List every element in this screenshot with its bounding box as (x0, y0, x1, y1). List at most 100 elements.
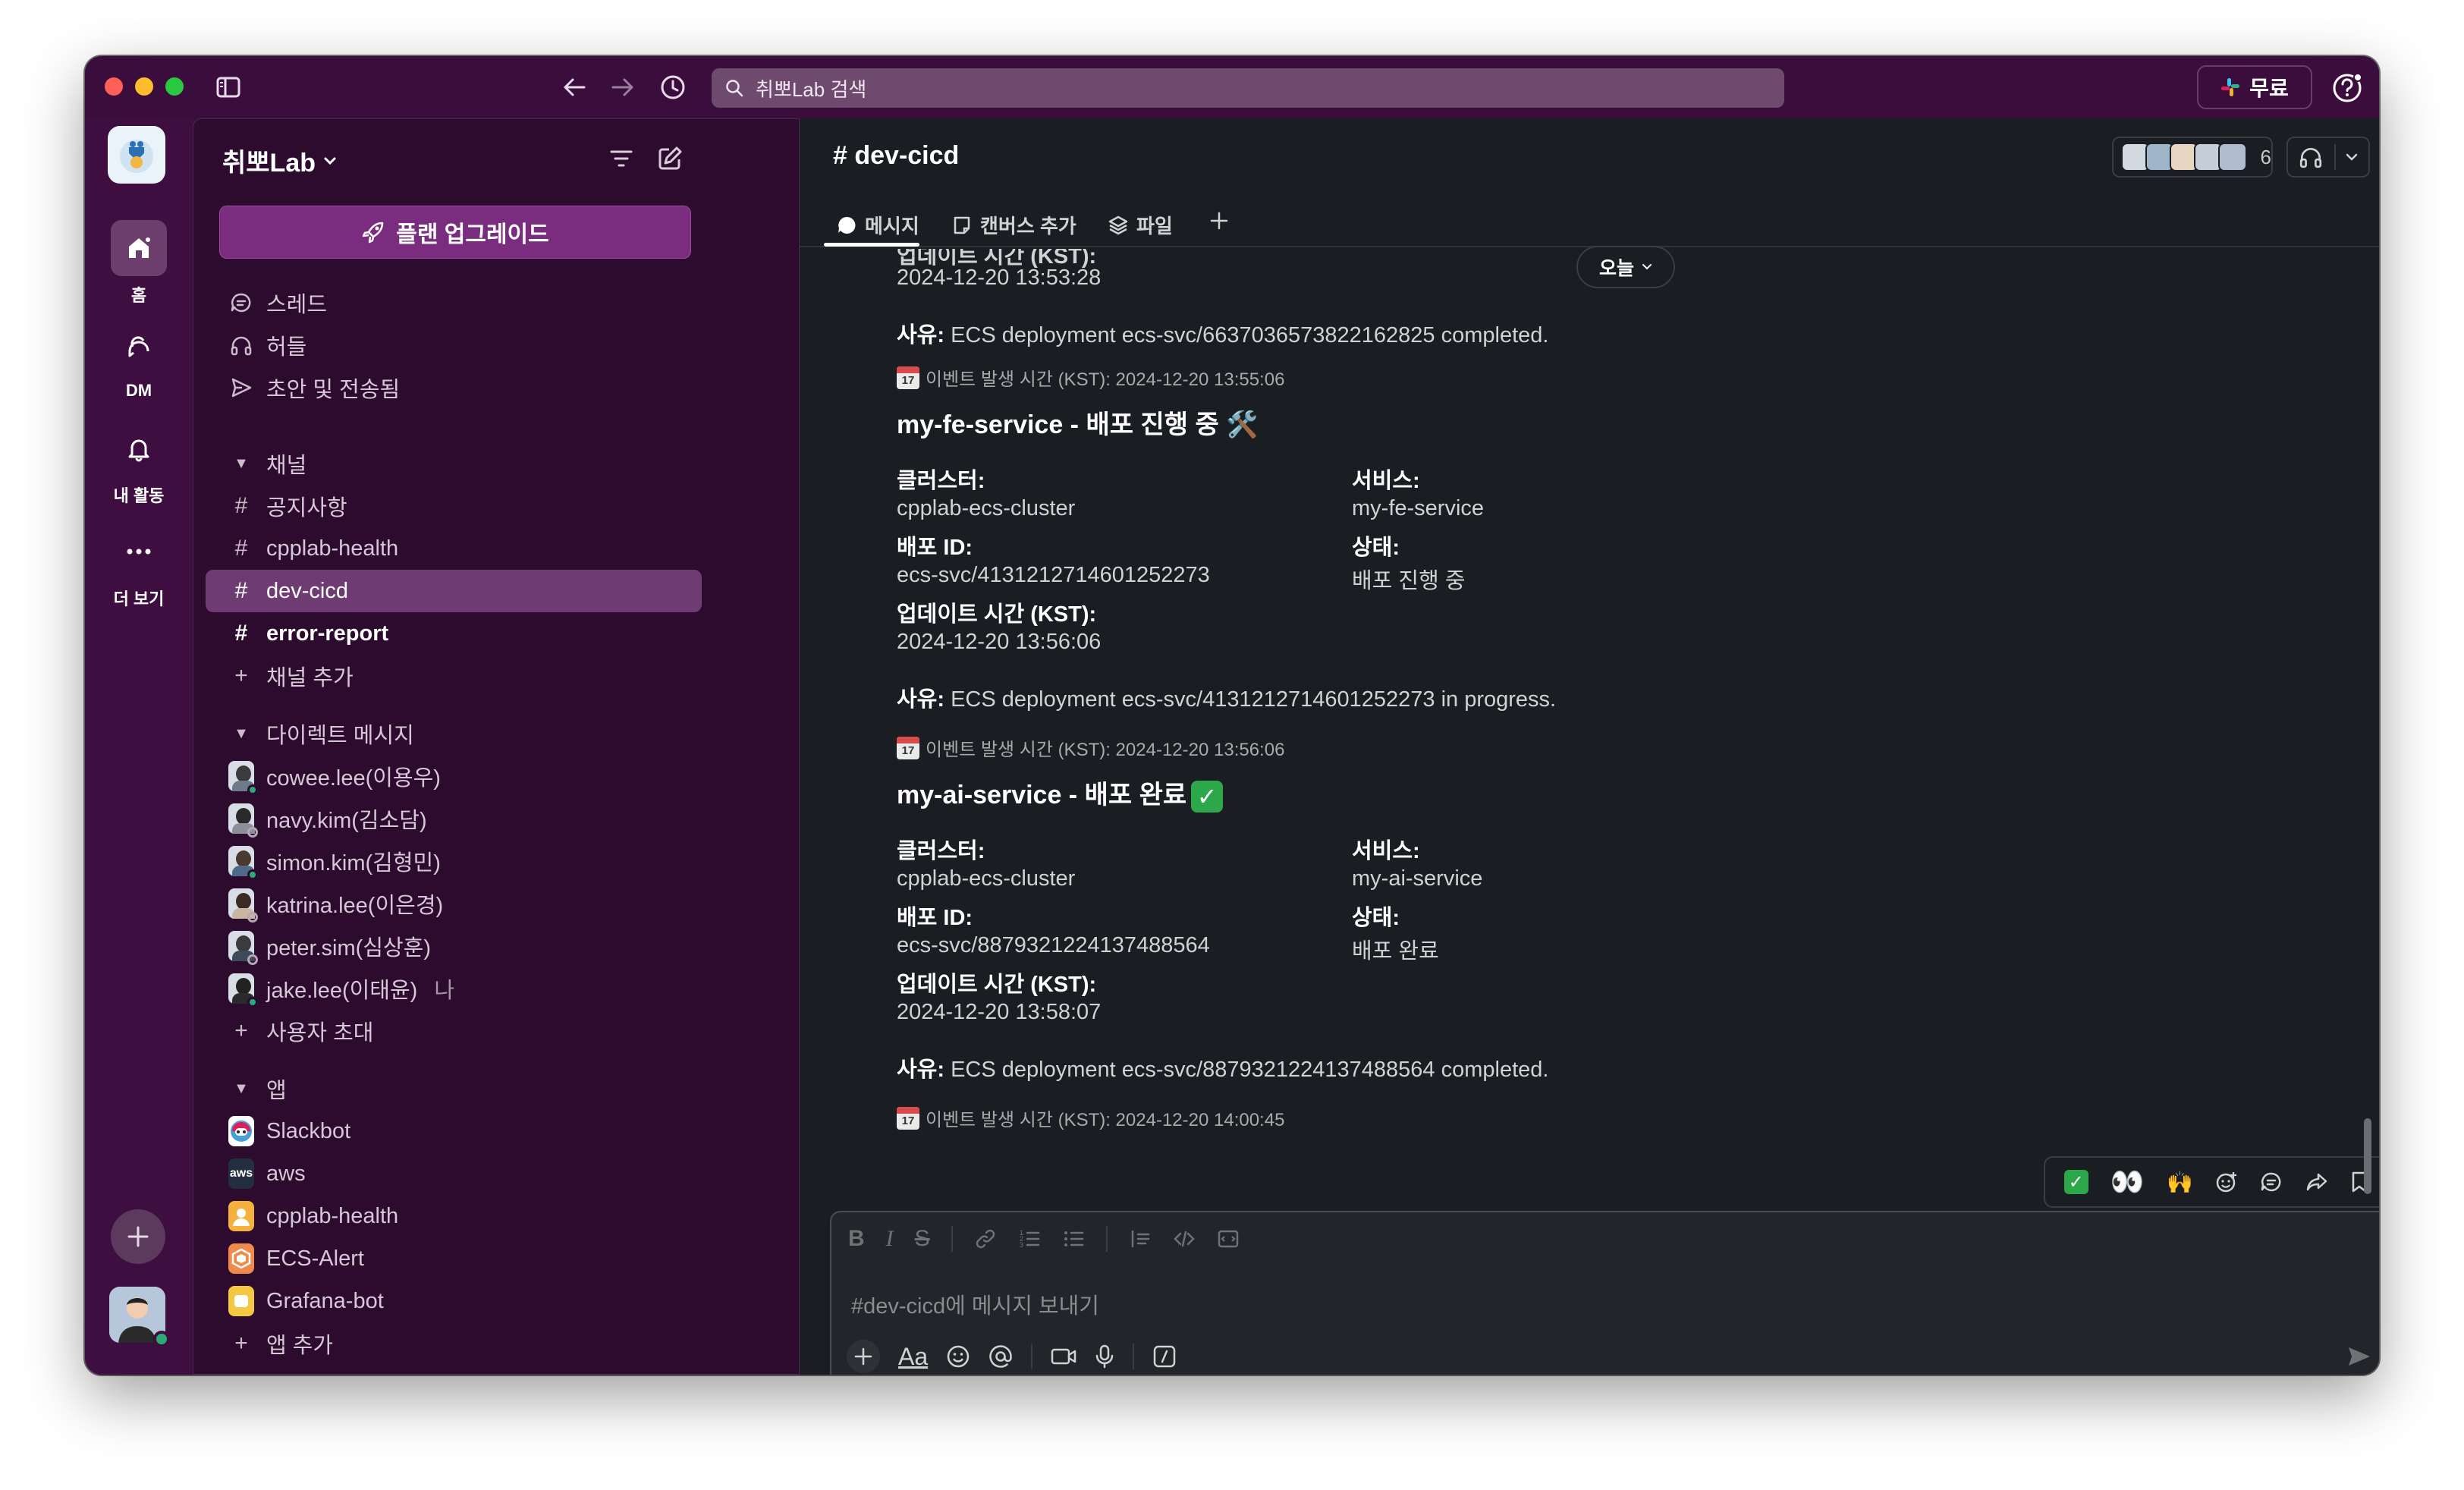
channel-item-cpplab-health[interactable]: # cpplab-health (206, 527, 702, 570)
minimize-window-button[interactable] (135, 77, 153, 96)
sidebar-toggle-icon[interactable] (212, 71, 244, 103)
italic-icon[interactable]: I (886, 1226, 894, 1252)
field-value: ecs-svc/4131212714601252273 (897, 563, 1210, 587)
apps-section-header[interactable]: ▼ 앱 (206, 1067, 702, 1110)
field-label: 배포 ID: (897, 536, 973, 560)
ordered-list-icon[interactable]: 123 (1018, 1228, 1041, 1250)
formatting-toolbar: B I S 123 (848, 1226, 1240, 1252)
huddle-button[interactable] (2286, 137, 2370, 178)
app-item-aws[interactable]: aws aws (206, 1152, 702, 1195)
channels-header-label: 채널 (266, 454, 307, 478)
link-icon[interactable] (974, 1228, 997, 1250)
dm-item[interactable]: cowee.lee(이용우) (206, 755, 702, 797)
add-reaction-icon[interactable] (2215, 1171, 2238, 1193)
tab-add-canvas[interactable]: 캔버스 추가 (951, 211, 1076, 239)
plus-icon (1210, 212, 1228, 230)
dm-section-header[interactable]: ▼ 다이렉트 메시지 (206, 712, 702, 755)
workspace-logo[interactable] (108, 126, 165, 184)
upgrade-plan-button[interactable]: 플랜 업그레이드 (219, 206, 691, 259)
check-reaction-icon[interactable]: ✓ (2063, 1170, 2088, 1194)
bold-icon[interactable]: B (848, 1226, 865, 1252)
app-item-grafana-bot[interactable]: Grafana-bot (206, 1280, 702, 1322)
slash-command-icon[interactable] (1152, 1344, 1177, 1369)
message-input[interactable]: #dev-cicd에 메시지 보내기 (851, 1288, 1099, 1320)
send-icon[interactable] (2347, 1346, 2371, 1371)
back-arrow-icon[interactable] (558, 71, 590, 103)
chevron-down-icon (1642, 264, 1652, 270)
dm-item[interactable]: simon.kim(김형민) (206, 840, 702, 882)
share-icon[interactable] (2305, 1171, 2328, 1193)
reply-thread-icon[interactable] (2260, 1171, 2283, 1193)
rail-more[interactable]: 더 보기 (85, 523, 193, 610)
rail-dm[interactable]: DM (85, 319, 193, 401)
add-workspace-button[interactable] (111, 1209, 165, 1264)
caret-down-icon: ▼ (234, 1080, 249, 1097)
reason-label: 사유: (897, 323, 945, 347)
avatar (228, 931, 258, 965)
channel-item-dev-cicd[interactable]: # dev-cicd (206, 570, 702, 612)
field-label: 업데이트 시간 (KST): (897, 973, 1097, 997)
emoji-icon[interactable] (946, 1344, 970, 1369)
add-app-button[interactable]: + 앱 추가 (206, 1322, 702, 1365)
rail-home[interactable]: 홈 (85, 220, 193, 306)
workspace-menu[interactable]: 취뽀Lab (222, 142, 337, 179)
microphone-icon[interactable] (1095, 1344, 1114, 1369)
invite-user-button[interactable]: + 사용자 초대 (206, 1010, 702, 1052)
app-item-cpplab-health[interactable]: cpplab-health (206, 1195, 702, 1237)
plus-icon: + (234, 1018, 248, 1043)
dm-item[interactable]: peter.sim(심상훈) (206, 925, 702, 967)
free-plan-button[interactable]: 무료 (2197, 65, 2312, 109)
dm-item[interactable]: katrina.lee(이은경) (206, 882, 702, 925)
channel-title[interactable]: # dev-cicd (833, 141, 959, 171)
search-input[interactable]: 취뽀Lab 검색 (712, 68, 1784, 108)
channel-item-announcements[interactable]: # 공지사항 (206, 485, 702, 527)
app-item-ecs-alert[interactable]: ECS-Alert (206, 1237, 702, 1280)
strikethrough-icon[interactable]: S (915, 1226, 930, 1252)
nav-threads[interactable]: 스레드 (206, 281, 702, 324)
canvas-icon (951, 215, 973, 236)
eyes-reaction-icon[interactable]: 👀 (2110, 1166, 2145, 1198)
chevron-down-icon (323, 156, 337, 165)
members-button[interactable]: 6 (2112, 137, 2273, 178)
history-clock-icon[interactable] (657, 71, 689, 103)
add-channel-button[interactable]: + 채널 추가 (206, 655, 702, 697)
close-window-button[interactable] (105, 77, 123, 96)
video-icon[interactable] (1051, 1346, 1076, 1367)
add-tab-button[interactable] (1209, 211, 1229, 231)
channel-label: 공지사항 (266, 496, 347, 520)
chevron-down-icon[interactable] (2336, 152, 2368, 162)
compose-icon[interactable] (653, 142, 687, 175)
code-icon[interactable] (1173, 1228, 1196, 1250)
date-divider-today[interactable]: 오늘 (1576, 246, 1675, 288)
blockquote-icon[interactable] (1129, 1228, 1152, 1250)
bullet-list-icon[interactable] (1062, 1228, 1085, 1250)
nav-huddles[interactable]: 허들 (206, 324, 702, 366)
attach-plus-icon[interactable] (847, 1340, 880, 1373)
hash-icon: # (234, 493, 248, 518)
nav-drafts[interactable]: 초안 및 전송됨 (206, 366, 702, 409)
tab-messages[interactable]: 메시지 (836, 211, 919, 239)
code-block-icon[interactable] (1217, 1228, 1240, 1250)
channel-item-error-report[interactable]: # error-report (206, 612, 702, 655)
rail-activity[interactable]: 내 활동 (85, 420, 193, 507)
dm-item-self[interactable]: jake.lee(이태윤) 나 (206, 967, 702, 1010)
filter-icon[interactable] (605, 142, 638, 175)
mention-icon[interactable] (988, 1344, 1013, 1369)
hash-icon: # (833, 141, 855, 170)
active-tab-indicator (824, 243, 919, 247)
member-count: 6 (2260, 145, 2271, 168)
scrollbar-thumb[interactable] (2364, 1118, 2371, 1194)
user-avatar[interactable] (109, 1287, 170, 1347)
text-format-icon[interactable]: Aa (898, 1343, 928, 1371)
dm-item[interactable]: navy.kim(김소담) (206, 797, 702, 840)
raised-hands-reaction-icon[interactable]: 🙌 (2167, 1170, 2193, 1195)
help-icon[interactable] (2330, 71, 2364, 105)
tab-files[interactable]: 파일 (1108, 211, 1173, 239)
app-item-slackbot[interactable]: Slackbot (206, 1110, 702, 1152)
forward-arrow-icon[interactable] (607, 71, 639, 103)
channels-section-header[interactable]: ▼ 채널 (206, 442, 702, 485)
self-suffix: 나 (434, 979, 454, 1003)
zoom-window-button[interactable] (165, 77, 184, 96)
field-value: ecs-svc/8879321224137488564 (897, 933, 1210, 957)
home-icon (111, 220, 167, 276)
